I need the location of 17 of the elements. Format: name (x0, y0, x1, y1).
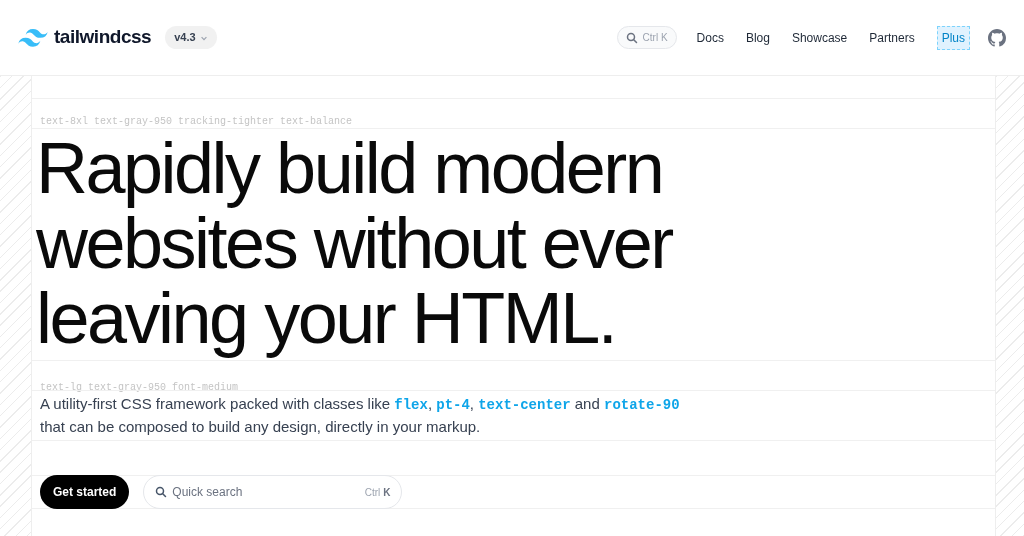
nav-link[interactable]: Plus (936, 25, 970, 50)
search-icon (625, 31, 638, 44)
headline: Rapidly build modern (36, 131, 663, 206)
version-dropdown[interactable]: v4.3 (165, 26, 217, 49)
nav-link[interactable]: Docs (696, 28, 724, 47)
logo-wordmark[interactable]: tailwindcss (54, 23, 152, 52)
headline: leaving your HTML. (36, 281, 616, 356)
search-icon (155, 486, 168, 498)
logo-icon (18, 28, 48, 47)
nav-link[interactable]: Showcase (791, 28, 848, 47)
github-icon[interactable] (988, 28, 1006, 47)
description: A utility-first CSS framework packed with classes like flex, pt-4, text-center and rotate-90 that can be composed to build any design, directly in your markup. (40, 394, 680, 437)
shortcut-hint: Ctrl K (364, 486, 391, 500)
nav-link[interactable]: Blog (745, 28, 770, 47)
class-annotation: text-lg text-gray-950 font-medium (40, 382, 239, 393)
get-started-button[interactable]: Get started (40, 475, 130, 509)
nav-link[interactable]: Partners (869, 28, 915, 47)
